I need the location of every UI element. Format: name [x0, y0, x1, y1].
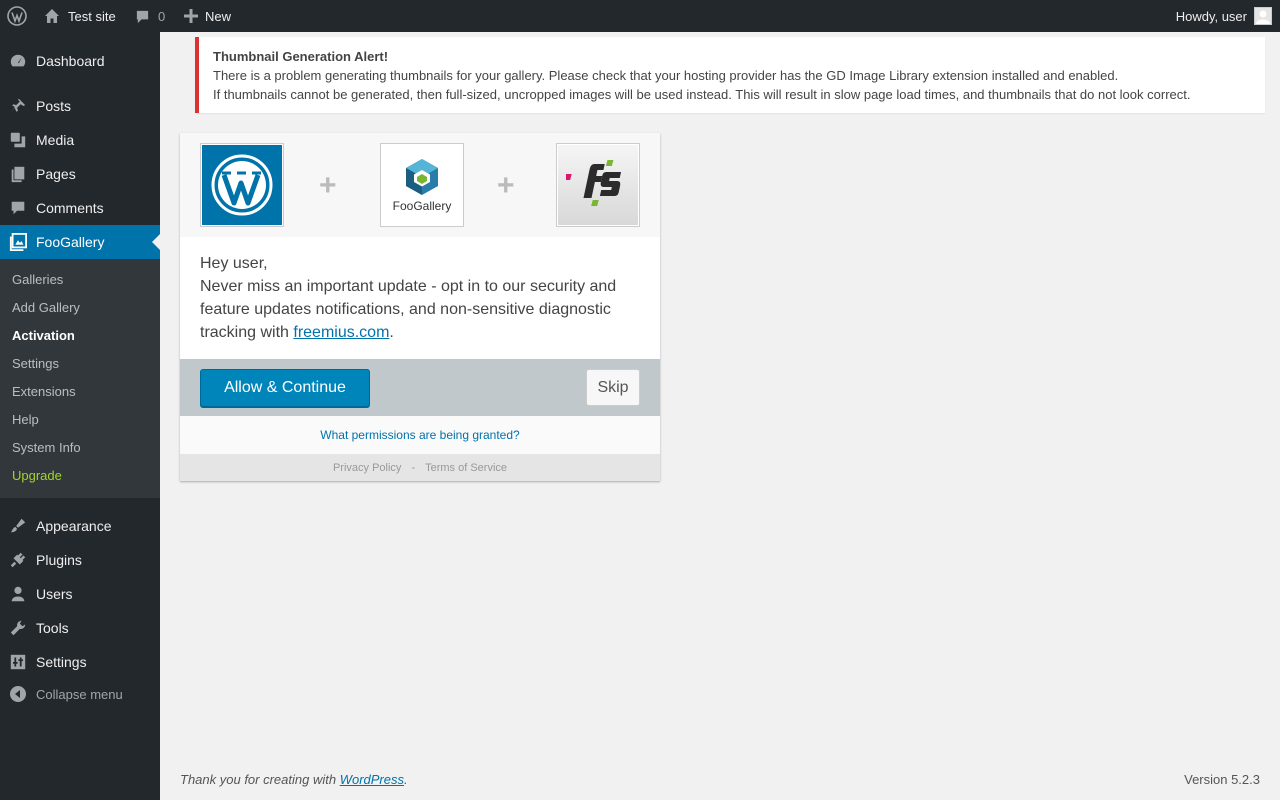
sidebar-item-users[interactable]: Users	[0, 577, 160, 611]
wordpress-logo-icon	[211, 154, 273, 216]
sidebar-item-label: Media	[36, 132, 75, 148]
sidebar-item-appearance[interactable]: Appearance	[0, 509, 160, 543]
footer-thanks: Thank you for creating with WordPress.	[180, 772, 408, 787]
sidebar-item-label: Posts	[36, 98, 72, 114]
sidebar-item-settings[interactable]: Settings	[0, 645, 160, 679]
submenu-item-help[interactable]: Help	[12, 405, 39, 433]
avatar	[1254, 7, 1272, 25]
skip-button[interactable]: Skip	[586, 369, 640, 406]
terms-separator: -	[411, 461, 416, 474]
site-name-link[interactable]: Test site	[44, 0, 116, 32]
my-account-menu[interactable]: Howdy, user	[1176, 0, 1272, 32]
new-label: New	[205, 8, 232, 24]
comment-icon	[136, 10, 149, 23]
greeting: Hey user,	[200, 255, 268, 272]
paintbrush-icon	[0, 517, 36, 535]
sidebar-item-label: Settings	[36, 654, 87, 670]
wordpress-logo-menu[interactable]	[0, 0, 34, 32]
collapse-arrow-icon	[0, 686, 36, 702]
new-content-menu[interactable]: New	[184, 0, 231, 32]
collapse-menu-label: Collapse menu	[36, 686, 123, 702]
footer-wordpress-link[interactable]: WordPress	[340, 772, 404, 787]
plus-sign: +	[497, 169, 515, 202]
submenu-item-galleries[interactable]: Galleries	[12, 265, 63, 293]
sidebar-item-label: Comments	[36, 200, 104, 216]
upgrade-label: Upgrade	[12, 467, 62, 483]
comment-icon	[0, 199, 36, 217]
admin-bar: Test site 0 New Howdy, user	[0, 0, 1280, 32]
sidebar-item-label: FooGallery	[36, 234, 105, 250]
submenu-item-upgrade[interactable]: Upgrade	[12, 461, 68, 489]
sidebar-item-tools[interactable]: Tools	[0, 611, 160, 645]
optin-actions: Allow & Continue Skip	[180, 359, 660, 416]
pages-icon	[0, 165, 36, 183]
home-icon	[45, 9, 59, 23]
comments-link[interactable]: 0	[135, 0, 165, 32]
wrench-icon	[0, 619, 36, 637]
default-avatar-icon	[1256, 10, 1270, 24]
submenu-item-add-gallery[interactable]: Add Gallery	[12, 293, 80, 321]
submenu-item-system-info[interactable]: System Info	[12, 433, 81, 461]
foogallery-submenu: Galleries Add Gallery Activation Setting…	[0, 259, 160, 498]
plus-sign: +	[319, 169, 337, 202]
site-name: Test site	[68, 8, 116, 24]
sidebar-item-dashboard[interactable]: Dashboard	[0, 44, 160, 78]
freemius-fs-icon	[566, 160, 622, 206]
sidebar-item-label: Dashboard	[36, 53, 105, 69]
freemius-optin-card: + FooGallery + Hey user, Never miss an i…	[180, 133, 660, 481]
sidebar-item-label: Plugins	[36, 552, 82, 568]
freemius-logo	[556, 143, 640, 227]
sidebar-item-label: Pages	[36, 166, 76, 182]
submenu-item-activation[interactable]: Activation	[12, 321, 75, 349]
sidebar-item-foogallery[interactable]: FooGallery	[0, 225, 160, 259]
submenu-item-settings[interactable]: Settings	[12, 349, 59, 377]
footer-thanks-suffix: .	[404, 772, 408, 787]
gallery-icon	[0, 233, 36, 251]
permissions-link[interactable]: What permissions are being granted?	[180, 416, 660, 454]
sidebar-item-label: Tools	[36, 620, 69, 636]
sidebar-item-label: Appearance	[36, 518, 112, 534]
notice-line-1: There is a problem generating thumbnails…	[213, 68, 1119, 83]
foogallery-logo: FooGallery	[380, 143, 464, 227]
foogallery-logo-text: FooGallery	[392, 199, 452, 213]
dashboard-icon	[0, 52, 36, 70]
sidebar-item-posts[interactable]: Posts	[0, 89, 160, 123]
sidebar-item-pages[interactable]: Pages	[0, 157, 160, 191]
footer-version: Version 5.2.3	[1184, 772, 1260, 787]
message-body: Never miss an important update - opt in …	[200, 278, 617, 341]
wordpress-logo-icon	[7, 6, 27, 26]
notice-line-2: If thumbnails cannot be generated, then …	[213, 87, 1191, 102]
sidebar-item-plugins[interactable]: Plugins	[0, 543, 160, 577]
thumbnail-alert-notice: Thumbnail Generation Alert! There is a p…	[195, 37, 1265, 113]
privacy-policy-link[interactable]: Privacy Policy	[333, 462, 401, 474]
pushpin-icon	[0, 97, 36, 115]
freemius-link[interactable]: freemius.com	[293, 324, 389, 341]
media-icon	[0, 131, 36, 149]
collapse-menu-button[interactable]: Collapse menu	[0, 677, 160, 711]
admin-sidebar: Dashboard Posts Media Pages Comments Foo…	[0, 32, 160, 800]
message-end: .	[389, 324, 394, 341]
plus-icon	[184, 9, 198, 23]
notice-title: Thumbnail Generation Alert!	[213, 49, 389, 64]
plugin-icon	[0, 551, 36, 569]
sliders-icon	[0, 653, 36, 671]
allow-continue-button[interactable]: Allow & Continue	[200, 369, 370, 407]
user-icon	[0, 585, 36, 603]
optin-message: Hey user, Never miss an important update…	[200, 252, 640, 344]
terms-of-service-link[interactable]: Terms of Service	[425, 462, 507, 474]
howdy-text: Howdy, user	[1175, 8, 1247, 24]
sidebar-item-label: Users	[36, 586, 73, 602]
wordpress-logo	[200, 143, 284, 227]
connect-logos: + FooGallery +	[180, 133, 660, 237]
foogallery-hexagon-icon	[406, 159, 438, 195]
footer-thanks-prefix: Thank you for creating with	[180, 772, 340, 787]
terms-bar: Privacy Policy - Terms of Service	[180, 454, 660, 481]
sidebar-item-comments[interactable]: Comments	[0, 191, 160, 225]
submenu-item-extensions[interactable]: Extensions	[12, 377, 76, 405]
comments-count: 0	[158, 8, 166, 24]
sidebar-item-media[interactable]: Media	[0, 123, 160, 157]
